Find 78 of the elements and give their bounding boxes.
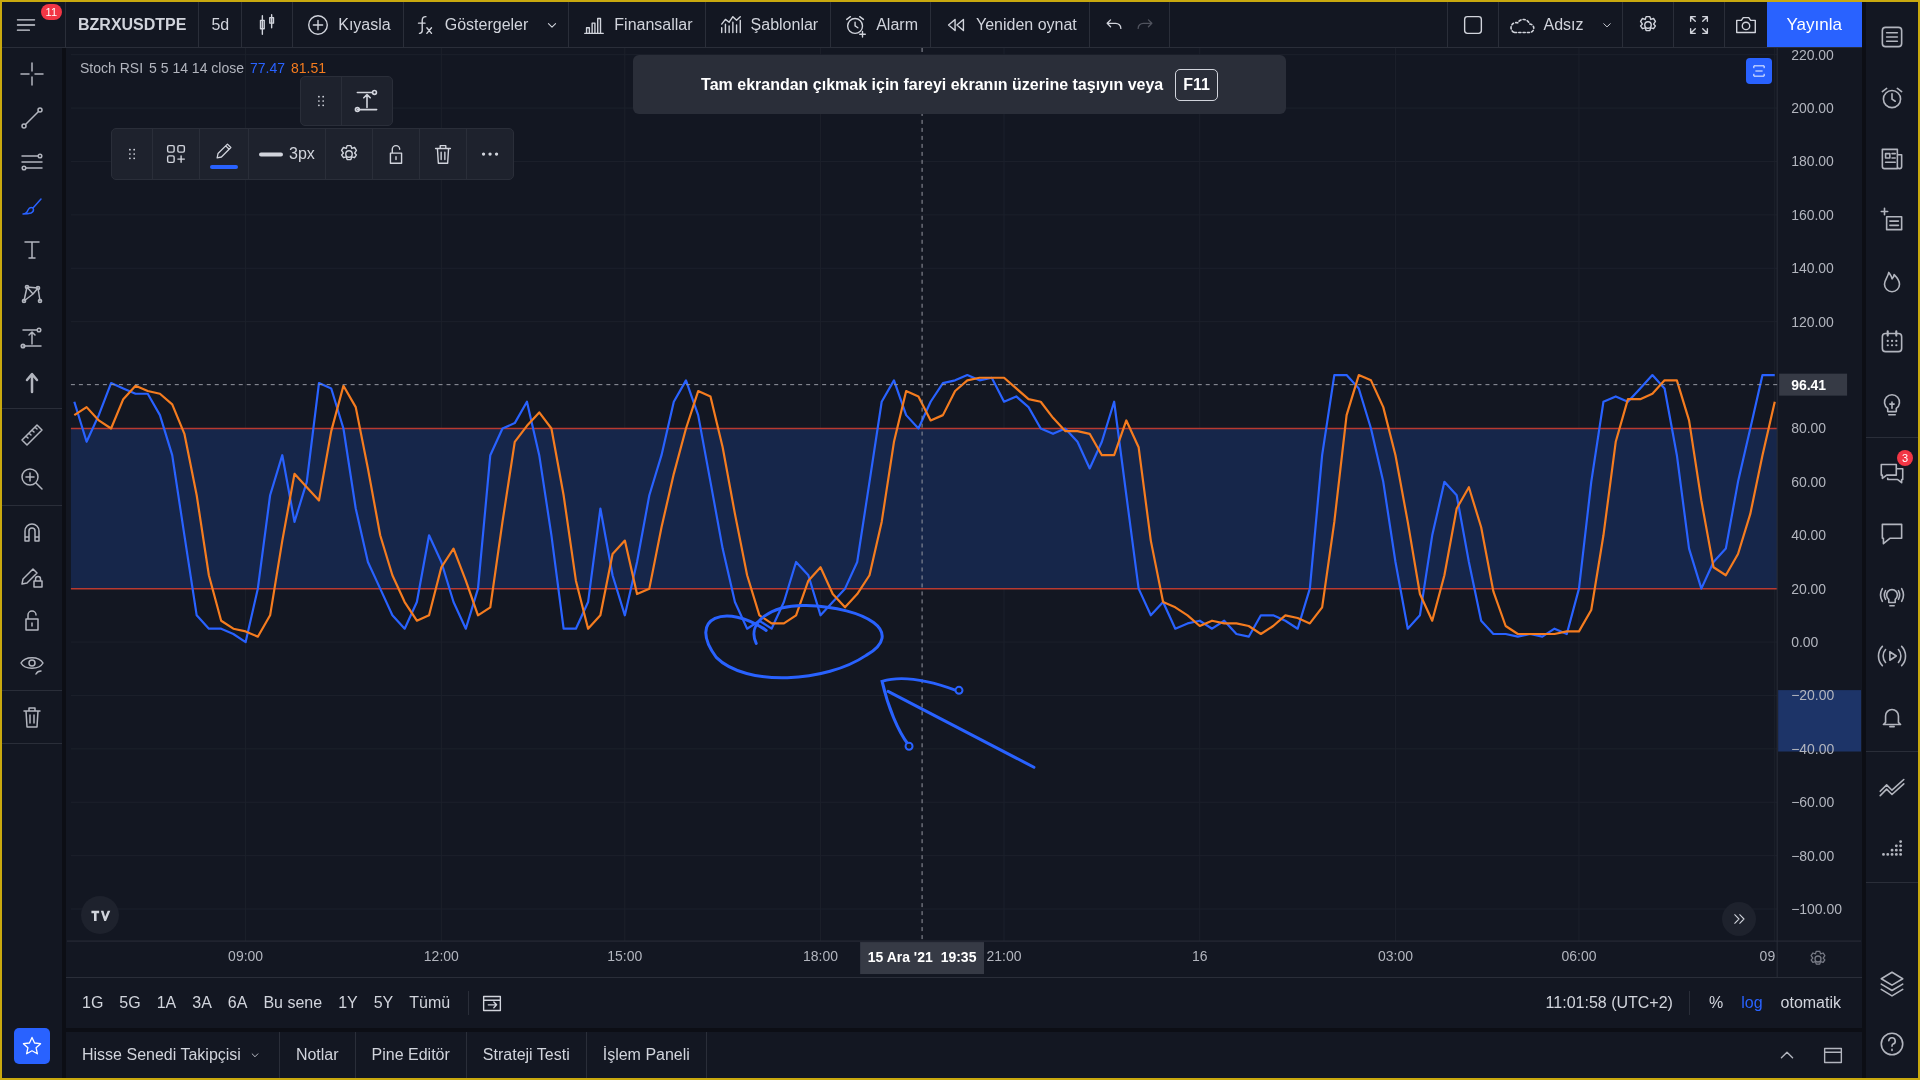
axis-label: 18:00 — [803, 948, 839, 965]
indicator-value: 77.47 — [250, 60, 286, 76]
interval-button[interactable]: 5d — [199, 2, 243, 47]
axis-label: 21:00 — [986, 948, 1022, 965]
panel-tab[interactable]: Strateji Testi — [466, 1032, 587, 1078]
range-button[interactable]: 5Y — [365, 988, 402, 1018]
notification-badge: 11 — [40, 4, 62, 20]
axis-label: −40.00 — [1791, 740, 1835, 757]
clock: 11:01:58 (UTC+2) — [1544, 994, 1674, 1012]
exit-fullscreen-button[interactable] — [1746, 58, 1772, 84]
color-swatch[interactable] — [210, 165, 238, 169]
line-width-button[interactable]: 3px — [249, 129, 326, 179]
axis-label: −100.00 — [1791, 901, 1843, 918]
alert-button[interactable]: Alarm — [831, 2, 931, 47]
range-button[interactable]: 5G — [111, 988, 149, 1018]
zoom-icon[interactable] — [18, 465, 46, 493]
range-button[interactable]: 1G — [74, 988, 112, 1018]
axis-label: 12:00 — [423, 948, 459, 965]
axis-label: 16 — [1192, 948, 1208, 965]
range-button[interactable]: 1Y — [330, 988, 366, 1018]
indicator-params: 5 5 14 14 close — [149, 60, 244, 76]
axis-label: 220.00 — [1791, 48, 1834, 63]
axis-label: 06:00 — [1561, 948, 1597, 965]
publish-button[interactable]: Yayınla — [1766, 2, 1862, 47]
exit-fullscreen-icon — [1750, 62, 1768, 80]
logo-badge[interactable] — [81, 896, 119, 934]
range-button[interactable]: 6A — [219, 988, 256, 1018]
axis-label: 15:00 — [607, 948, 643, 965]
price-label: 96.41 — [1779, 373, 1848, 396]
axis-label: 40.00 — [1791, 527, 1827, 544]
scale-option[interactable]: % — [1699, 988, 1733, 1018]
axis-label: −60.00 — [1791, 794, 1835, 811]
crosshair-label: 15 Ara '21 19:35 — [860, 942, 984, 975]
axis-label: 140.00 — [1791, 260, 1834, 277]
ruler-icon[interactable] — [18, 421, 46, 449]
indicator-name: Stoch RSI — [80, 60, 144, 76]
panel-tab[interactable]: İşlem Paneli — [586, 1032, 707, 1078]
axis-label: 80.00 — [1791, 420, 1827, 437]
axis-label: −80.00 — [1791, 847, 1835, 864]
panel-tab[interactable]: Pine Editör — [355, 1032, 467, 1078]
axis-label: 180.00 — [1791, 153, 1834, 170]
ref-line-label: 96.41 — [1791, 376, 1827, 393]
layout-name-button[interactable]: Adsız — [1498, 2, 1592, 47]
axis-label: 09 — [1759, 948, 1776, 965]
scale-option[interactable]: log — [1732, 988, 1772, 1018]
key-cap: F11 — [1175, 68, 1218, 101]
indicator-value: 81.51 — [291, 60, 327, 76]
axis-label: 200.00 — [1791, 100, 1834, 117]
scale-option[interactable]: otomatik — [1771, 988, 1850, 1018]
trend-line-icon[interactable] — [18, 104, 46, 132]
crosshair-icon[interactable] — [18, 60, 46, 88]
range-button[interactable]: Bu sene — [255, 988, 331, 1018]
panel-tab[interactable]: Hisse Senedi Takipçisi — [66, 1032, 280, 1078]
axis-label: 120.00 — [1791, 313, 1834, 330]
templates-button[interactable]: Şablonlar — [705, 2, 832, 47]
axis-label: 60.00 — [1791, 473, 1827, 490]
ellipse-drawing[interactable] — [704, 603, 884, 680]
panel-tab[interactable]: Notlar — [279, 1032, 356, 1078]
range-button[interactable]: 1A — [148, 988, 185, 1018]
arrow-drawing[interactable] — [880, 677, 1036, 769]
toast-message: Tam ekrandan çıkmak için fareyi ekranın üzerine taşıyın veya — [701, 75, 1164, 94]
indicators-button[interactable]: Göstergeler — [403, 2, 537, 47]
favorites-button[interactable] — [14, 1028, 50, 1064]
axis-label: 03:00 — [1378, 948, 1413, 965]
scroll-button[interactable] — [1722, 902, 1756, 936]
axis-label: 09:00 — [228, 948, 264, 965]
range-button[interactable]: 3A — [184, 988, 220, 1018]
axis-label: 160.00 — [1791, 206, 1834, 223]
replay-button[interactable]: Yeniden oynat — [930, 2, 1090, 47]
compare-button[interactable]: Kıyasla — [293, 2, 404, 47]
range-button[interactable]: Tümü — [401, 988, 459, 1018]
axis-label: −20.00 — [1791, 687, 1835, 704]
line-width-icon — [259, 151, 283, 157]
axis-label: 20.00 — [1791, 580, 1827, 597]
axis-label: 0.00 — [1791, 634, 1819, 651]
symbol-button[interactable]: BZRXUSDTPE — [66, 2, 200, 47]
financials-button[interactable]: Finansallar — [569, 2, 706, 47]
notification-badge: 3 — [1896, 450, 1913, 466]
